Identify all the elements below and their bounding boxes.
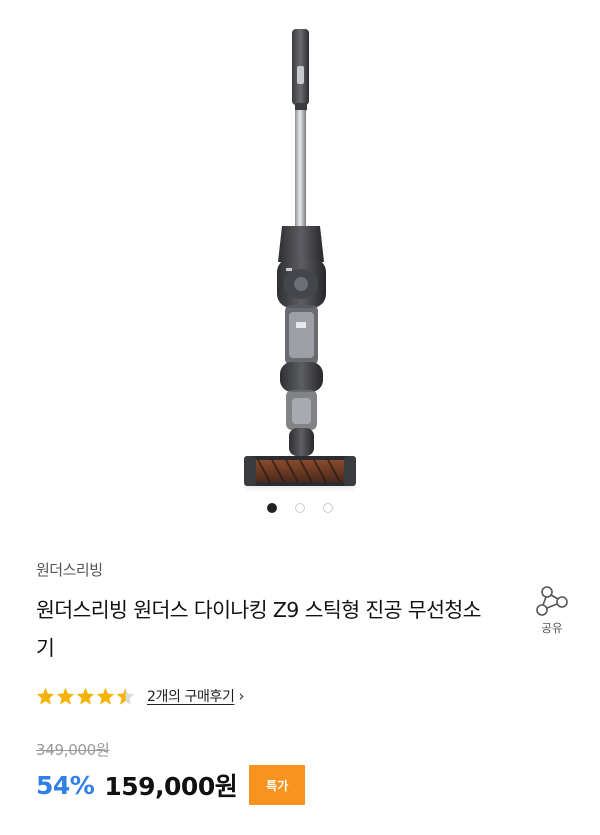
- share-button[interactable]: 공유: [526, 584, 578, 636]
- star-icon: [76, 687, 95, 705]
- brand-name[interactable]: 원더스리빙: [36, 559, 103, 580]
- original-price: 349,000원: [36, 741, 110, 759]
- carousel-dot-2[interactable]: [295, 503, 305, 513]
- half-star-icon: [116, 687, 135, 705]
- chevron-right-icon[interactable]: ›: [238, 687, 244, 705]
- rating-row: 2개의 구매후기 ›: [36, 684, 244, 708]
- carousel-dot-1[interactable]: [267, 503, 277, 513]
- star-icon: [56, 687, 75, 705]
- carousel-indicator: [0, 503, 600, 513]
- share-label: 공유: [541, 621, 563, 635]
- review-count-link[interactable]: 2개의 구매후기: [147, 686, 235, 706]
- star-icon: [36, 687, 55, 705]
- special-deal-badge: 특가: [249, 765, 306, 805]
- share-icon: [536, 586, 568, 616]
- discount-rate: 54%: [36, 770, 95, 800]
- product-title: 원더스리빙 원더스 다이나킹 Z9 스틱형 진공 무선청소기: [36, 598, 481, 660]
- price-row: 54% 159,000원 특가: [36, 764, 306, 806]
- sale-price: 159,000원: [104, 772, 238, 801]
- star-icon: [96, 687, 115, 705]
- star-rating: [36, 687, 135, 705]
- product-image-carousel[interactable]: [0, 0, 600, 495]
- carousel-dot-3[interactable]: [323, 503, 333, 513]
- stick-vacuum-cleaner-image: [244, 29, 356, 494]
